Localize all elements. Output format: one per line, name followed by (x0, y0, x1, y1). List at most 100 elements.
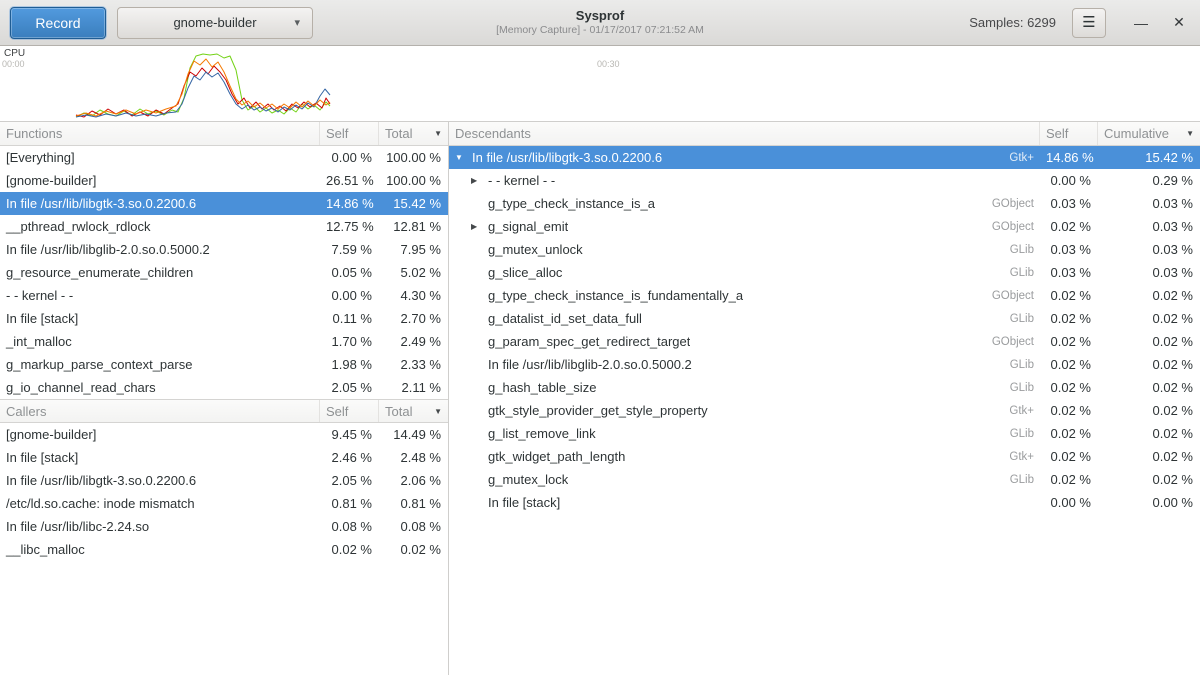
function-name: g_markup_parse_context_parse (0, 357, 320, 372)
callers-row[interactable]: In file /usr/lib/libgtk-3.so.0.2200.62.0… (0, 469, 448, 492)
close-button[interactable]: ✕ (1168, 12, 1190, 34)
self-value: 7.59 % (320, 242, 379, 257)
descendants-row[interactable]: gtk_style_provider_get_style_propertyGtk… (449, 399, 1200, 422)
time-label-mid: 00:30 (597, 59, 620, 69)
descendants-row[interactable]: ▼In file /usr/lib/libgtk-3.so.0.2200.6Gt… (449, 146, 1200, 169)
function-name: g_hash_table_size (488, 380, 596, 395)
total-value: 0.02 % (379, 542, 448, 557)
self-value: 12.75 % (320, 219, 379, 234)
descendants-row[interactable]: g_param_spec_get_redirect_targetGObject0… (449, 330, 1200, 353)
function-name: g_type_check_instance_is_a (488, 196, 655, 211)
functions-row[interactable]: In file /usr/lib/libgtk-3.so.0.2200.614.… (0, 192, 448, 215)
self-value: 0.11 % (320, 311, 379, 326)
functions-row[interactable]: __pthread_rwlock_rdlock12.75 %12.81 % (0, 215, 448, 238)
functions-row[interactable]: - - kernel - -0.00 %4.30 % (0, 284, 448, 307)
expander-icon[interactable]: ▶ (471, 176, 488, 185)
function-name: In file /usr/lib/libgtk-3.so.0.2200.6 (0, 196, 320, 211)
descendants-row[interactable]: g_mutex_unlockGLib0.03 %0.03 % (449, 238, 1200, 261)
callers-pane: Callers Self Total▼ [gnome-builder]9.45 … (0, 399, 448, 561)
callers-row[interactable]: /etc/ld.so.cache: inode mismatch0.81 %0.… (0, 492, 448, 515)
sort-arrow-icon: ▼ (434, 129, 442, 138)
library-badge: GLib (1002, 359, 1034, 371)
callers-self-column-header[interactable]: Self (320, 400, 379, 422)
descendants-row[interactable]: g_list_remove_linkGLib0.02 %0.02 % (449, 422, 1200, 445)
cumulative-value: 0.03 % (1098, 196, 1200, 211)
descendants-row[interactable]: g_hash_table_sizeGLib0.02 %0.02 % (449, 376, 1200, 399)
descendants-row[interactable]: In file [stack]0.00 %0.00 % (449, 491, 1200, 514)
descendants-row[interactable]: g_mutex_lockGLib0.02 %0.02 % (449, 468, 1200, 491)
callers-row[interactable]: [gnome-builder]9.45 %14.49 % (0, 423, 448, 446)
time-label-start: 00:00 (2, 59, 25, 69)
functions-row[interactable]: _int_malloc1.70 %2.49 % (0, 330, 448, 353)
callers-row[interactable]: In file [stack]2.46 %2.48 % (0, 446, 448, 469)
function-name: g_mutex_unlock (488, 242, 583, 257)
chevron-down-icon: ▾ (294, 15, 300, 28)
cumulative-value: 0.02 % (1098, 426, 1200, 441)
self-value: 2.46 % (320, 450, 379, 465)
descendants-table-body: ▼In file /usr/lib/libgtk-3.so.0.2200.6Gt… (449, 146, 1200, 514)
cumulative-value: 0.02 % (1098, 288, 1200, 303)
cpu-usage-graph[interactable]: CPU 00:00 00:30 (0, 46, 1200, 122)
function-name: [gnome-builder] (0, 427, 320, 442)
total-value: 0.81 % (379, 496, 448, 511)
functions-total-column-header[interactable]: Total▼ (379, 122, 448, 145)
library-badge: GObject (984, 221, 1034, 233)
self-value: 0.03 % (1040, 196, 1098, 211)
descendants-self-column-header[interactable]: Self (1040, 122, 1098, 145)
self-value: 0.03 % (1040, 242, 1098, 257)
self-value: 0.02 % (1040, 449, 1098, 464)
header-right-controls: Samples: 6299 ☰ — ✕ (969, 8, 1190, 38)
function-name: In file /usr/lib/libgtk-3.so.0.2200.6 (0, 473, 320, 488)
callers-row[interactable]: __libc_malloc0.02 %0.02 % (0, 538, 448, 561)
descendants-row[interactable]: g_datalist_id_set_data_fullGLib0.02 %0.0… (449, 307, 1200, 330)
descendant-name-cell: g_slice_allocGLib (449, 265, 1040, 280)
total-value: 2.11 % (379, 380, 448, 395)
self-value: 0.02 % (1040, 403, 1098, 418)
descendants-row[interactable]: gtk_widget_path_lengthGtk+0.02 %0.02 % (449, 445, 1200, 468)
callers-column-header[interactable]: Callers (0, 400, 320, 422)
header-bar: Record gnome-builder ▾ Sysprof [Memory C… (0, 0, 1200, 46)
self-value: 0.02 % (1040, 334, 1098, 349)
cumulative-value: 0.02 % (1098, 311, 1200, 326)
functions-row[interactable]: g_resource_enumerate_children0.05 %5.02 … (0, 261, 448, 284)
target-selector-label: gnome-builder (173, 15, 256, 30)
sort-arrow-icon: ▼ (1186, 129, 1194, 138)
functions-row[interactable]: In file [stack]0.11 %2.70 % (0, 307, 448, 330)
descendant-name-cell: ▶- - kernel - - (449, 173, 1040, 188)
descendants-column-header[interactable]: Descendants (449, 122, 1040, 145)
target-selector-dropdown[interactable]: gnome-builder ▾ (117, 7, 313, 39)
cumulative-value: 0.02 % (1098, 334, 1200, 349)
descendants-cumulative-column-header[interactable]: Cumulative▼ (1098, 122, 1200, 145)
descendants-row[interactable]: g_type_check_instance_is_fundamentally_a… (449, 284, 1200, 307)
expander-icon[interactable]: ▶ (471, 222, 488, 231)
self-value: 1.98 % (320, 357, 379, 372)
callers-row[interactable]: In file /usr/lib/libc-2.24.so0.08 %0.08 … (0, 515, 448, 538)
functions-row[interactable]: [gnome-builder]26.51 %100.00 % (0, 169, 448, 192)
library-badge: GLib (1002, 474, 1034, 486)
self-value: 2.05 % (320, 380, 379, 395)
library-badge: GObject (984, 198, 1034, 210)
functions-column-header[interactable]: Functions (0, 122, 320, 145)
callers-total-column-header[interactable]: Total▼ (379, 400, 448, 422)
descendants-row[interactable]: In file /usr/lib/libglib-2.0.so.0.5000.2… (449, 353, 1200, 376)
self-value: 14.86 % (320, 196, 379, 211)
functions-self-column-header[interactable]: Self (320, 122, 379, 145)
functions-row[interactable]: g_markup_parse_context_parse1.98 %2.33 % (0, 353, 448, 376)
function-name: g_resource_enumerate_children (0, 265, 320, 280)
descendants-row[interactable]: g_slice_allocGLib0.03 %0.03 % (449, 261, 1200, 284)
total-value: 12.81 % (379, 219, 448, 234)
descendant-name-cell: g_list_remove_linkGLib (449, 426, 1040, 441)
functions-row[interactable]: g_io_channel_read_chars2.05 %2.11 % (0, 376, 448, 399)
descendants-row[interactable]: ▶g_signal_emitGObject0.02 %0.03 % (449, 215, 1200, 238)
record-button[interactable]: Record (10, 7, 106, 39)
expander-icon[interactable]: ▼ (455, 153, 472, 162)
menu-button[interactable]: ☰ (1072, 8, 1106, 38)
minimize-button[interactable]: — (1130, 12, 1152, 34)
functions-row[interactable]: In file /usr/lib/libglib-2.0.so.0.5000.2… (0, 238, 448, 261)
function-name: In file /usr/lib/libc-2.24.so (0, 519, 320, 534)
descendants-row[interactable]: ▶- - kernel - -0.00 %0.29 % (449, 169, 1200, 192)
functions-row[interactable]: [Everything]0.00 %100.00 % (0, 146, 448, 169)
function-name: gtk_widget_path_length (488, 449, 625, 464)
self-value: 9.45 % (320, 427, 379, 442)
descendants-row[interactable]: g_type_check_instance_is_a GObject 0.03 %0… (449, 192, 1200, 215)
